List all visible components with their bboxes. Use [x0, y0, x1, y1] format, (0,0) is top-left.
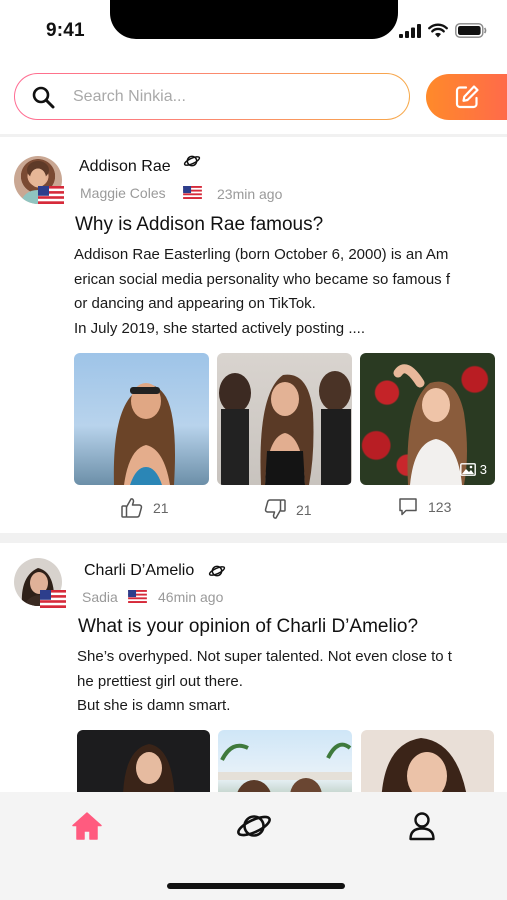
- author-avatar[interactable]: [14, 156, 64, 206]
- post-title[interactable]: Why is Addison Rae famous?: [75, 214, 323, 236]
- comment-button[interactable]: 123: [398, 497, 451, 516]
- like-button[interactable]: 21: [121, 497, 169, 518]
- wifi-icon: [428, 23, 448, 38]
- photo-count-badge: 3: [459, 462, 487, 477]
- post-body[interactable]: Addison Rae Easterling (born October 6, …: [74, 243, 504, 341]
- photo-image: [218, 742, 352, 792]
- status-bar: 9:41: [0, 0, 507, 60]
- search-input[interactable]: [73, 87, 373, 106]
- post-body[interactable]: She’s overhyped. Not super talented. Not…: [77, 645, 505, 719]
- signal-icon: [399, 23, 421, 38]
- comment-count: 123: [428, 498, 452, 515]
- status-icons: [399, 23, 487, 38]
- us-flag-icon: [128, 590, 147, 603]
- search-icon: [32, 86, 55, 108]
- feed[interactable]: Addison Rae Maggie Coles 23min ago Why i…: [0, 137, 507, 792]
- like-count: 21: [153, 499, 169, 516]
- us-flag-icon: [38, 186, 64, 204]
- gallery-icon: [459, 463, 476, 476]
- dislike-count: 21: [296, 501, 312, 518]
- profile-icon: [409, 812, 435, 841]
- author-subname: Maggie Coles: [80, 185, 166, 201]
- author-subname: Sadia: [82, 589, 118, 605]
- tab-home[interactable]: [67, 806, 107, 846]
- post-title[interactable]: What is your opinion of Charli D’Amelio?: [78, 616, 418, 638]
- search-row: [0, 60, 507, 134]
- home-icon: [72, 812, 102, 840]
- compose-button[interactable]: [426, 74, 507, 120]
- photo-image: [381, 738, 466, 792]
- post-photo[interactable]: [77, 730, 210, 792]
- thumbs-up-icon: [121, 498, 143, 518]
- tab-profile[interactable]: [402, 806, 442, 846]
- photo-image: [123, 744, 175, 792]
- post-photo[interactable]: [361, 730, 494, 792]
- comment-icon: [399, 498, 417, 516]
- post-photo[interactable]: [74, 353, 209, 485]
- photo-count: 3: [479, 462, 487, 477]
- us-flag-icon: [40, 590, 66, 608]
- post-card[interactable]: Charli D’Amelio Sadia 46min ago What is …: [0, 543, 507, 792]
- planet-icon: [237, 815, 271, 837]
- planet-badge-icon: [183, 155, 201, 167]
- post-time: 46min ago: [158, 589, 224, 605]
- post-time: 23min ago: [217, 186, 283, 202]
- author-name[interactable]: Charli D’Amelio: [84, 562, 194, 580]
- home-indicator: [167, 883, 345, 889]
- edit-icon: [455, 85, 479, 109]
- tab-explore[interactable]: [234, 806, 274, 846]
- dislike-button[interactable]: 21: [264, 499, 312, 520]
- thumbs-down-icon: [264, 499, 286, 519]
- photo-image: [219, 371, 351, 485]
- status-time: 9:41: [46, 20, 85, 41]
- battery-icon: [455, 23, 487, 38]
- author-name[interactable]: Addison Rae: [79, 158, 171, 176]
- device-notch: [110, 0, 398, 39]
- post-card[interactable]: Addison Rae Maggie Coles 23min ago Why i…: [0, 137, 507, 533]
- post-photo[interactable]: [217, 353, 352, 485]
- author-avatar[interactable]: [14, 558, 66, 608]
- search-bar[interactable]: [14, 73, 410, 120]
- post-photo[interactable]: 3: [360, 353, 495, 485]
- photo-image: [113, 383, 175, 485]
- planet-badge-icon: [208, 565, 226, 577]
- post-photo[interactable]: [218, 730, 352, 792]
- us-flag-icon: [183, 186, 202, 199]
